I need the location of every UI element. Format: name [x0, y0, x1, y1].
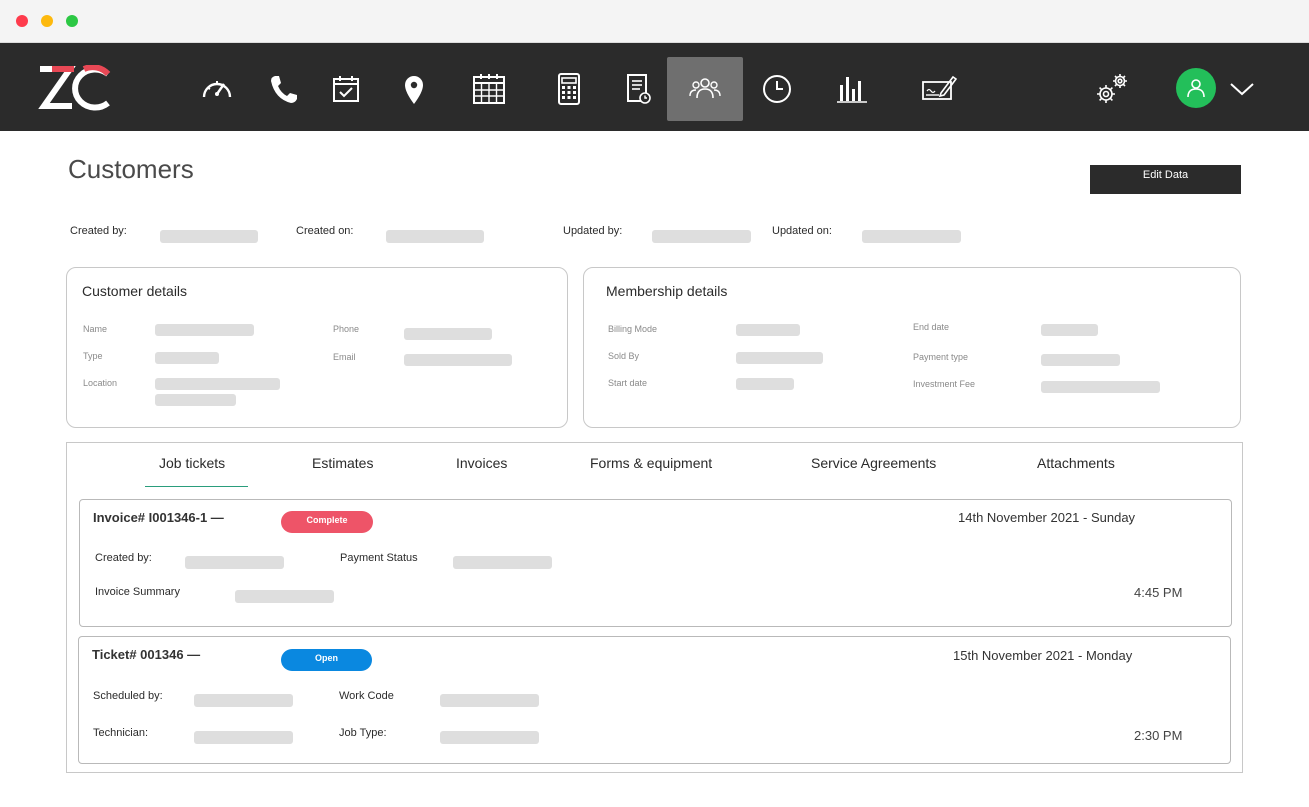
- sold-by-label: Sold By: [608, 351, 640, 361]
- location-label: Location: [83, 378, 118, 388]
- check-writing-icon: [922, 75, 957, 100]
- clock-icon: [763, 75, 791, 103]
- speedometer-icon: [202, 81, 232, 98]
- user-icon: [1187, 79, 1205, 98]
- tab-forms-equipment[interactable]: Forms & equipment: [590, 455, 712, 471]
- calendar-grid-icon: [473, 74, 505, 104]
- status-badge: Complete: [281, 511, 373, 533]
- location-pin-icon: [405, 76, 423, 104]
- invoice-title: Invoice# I001346-1 —: [93, 510, 224, 525]
- invoice-summary-value: [235, 590, 334, 603]
- calendar-check-icon: [333, 76, 359, 102]
- bar-chart-icon: [837, 77, 867, 103]
- billing-mode-label: Billing Mode: [608, 324, 658, 334]
- end-date-label: End date: [913, 322, 950, 332]
- type-label: Type: [83, 351, 103, 361]
- sold-by-value: [736, 352, 823, 364]
- work-code-label: Work Code: [339, 690, 394, 702]
- nav-history[interactable]: [739, 57, 815, 121]
- tab-job-tickets[interactable]: Job tickets: [159, 455, 225, 471]
- invoice-created-by-label: Created by:: [95, 552, 152, 564]
- nav-map[interactable]: [376, 57, 452, 121]
- invoice-time: 4:45 PM: [1134, 585, 1183, 600]
- nav-reports[interactable]: [814, 57, 890, 121]
- tab-attachments[interactable]: Attachments: [1037, 455, 1115, 471]
- gears-icon: [1097, 74, 1127, 103]
- tab-invoices[interactable]: Invoices: [456, 455, 507, 471]
- payment-type-label: Payment type: [913, 352, 969, 362]
- start-date-value: [736, 378, 794, 390]
- nav-estimates[interactable]: [531, 57, 607, 121]
- tab-estimates[interactable]: Estimates: [312, 455, 373, 471]
- created-on-value: [386, 230, 484, 243]
- zc-logo[interactable]: [38, 64, 112, 111]
- page-title: Customers: [68, 154, 194, 184]
- start-date-label: Start date: [608, 378, 648, 388]
- payment-status-value: [453, 556, 552, 569]
- location-value-line2: [155, 394, 236, 406]
- nav-schedule[interactable]: [308, 57, 384, 121]
- document-clock-icon: [627, 74, 651, 104]
- phone-value: [404, 328, 492, 340]
- created-on-label: Created on:: [296, 225, 354, 237]
- user-avatar[interactable]: [1176, 68, 1216, 108]
- investment-fee-label: Investment Fee: [913, 379, 976, 389]
- window-titlebar: [0, 0, 1309, 43]
- nav-dashboard[interactable]: [179, 57, 255, 121]
- tab-service-agreements[interactable]: Service Agreements: [811, 455, 936, 471]
- updated-on-label: Updated on:: [772, 225, 832, 237]
- nav-payments[interactable]: [901, 57, 977, 121]
- updated-by-label: Updated by:: [563, 225, 623, 237]
- technician-label: Technician:: [93, 727, 149, 739]
- scheduled-by-label: Scheduled by:: [93, 690, 163, 702]
- nav-timesheets[interactable]: [600, 57, 676, 121]
- customers-icon: [689, 78, 721, 99]
- location-value-line1: [155, 378, 280, 390]
- ticket-title: Ticket# 001346 —: [92, 647, 201, 662]
- email-label: Email: [333, 352, 356, 362]
- email-value: [404, 354, 512, 366]
- ticket-date: 15th November 2021 - Monday: [953, 648, 1133, 663]
- billing-mode-value: [736, 324, 800, 336]
- name-label: Name: [83, 324, 108, 334]
- minimize-window-button[interactable]: [41, 15, 53, 27]
- job-type-value: [440, 731, 539, 744]
- created-by-value: [160, 230, 258, 243]
- active-tab-indicator: [145, 486, 248, 487]
- top-navbar: [0, 43, 1309, 131]
- investment-fee-value: [1041, 381, 1160, 393]
- invoice-created-by-value: [185, 556, 284, 569]
- updated-by-value: [652, 230, 751, 243]
- scheduled-by-value: [194, 694, 293, 707]
- close-window-button[interactable]: [16, 15, 28, 27]
- settings-button[interactable]: [1090, 69, 1134, 109]
- maximize-window-button[interactable]: [66, 15, 78, 27]
- customer-details-title: Customer details: [82, 283, 188, 299]
- name-value: [155, 324, 254, 336]
- invoice-date: 14th November 2021 - Sunday: [958, 510, 1136, 525]
- user-menu-toggle[interactable]: [1228, 79, 1256, 99]
- payment-status-label: Payment Status: [340, 552, 418, 564]
- end-date-value: [1041, 324, 1098, 336]
- created-by-label: Created by:: [70, 225, 127, 237]
- job-type-label: Job Type:: [339, 727, 387, 739]
- membership-details-title: Membership details: [606, 283, 728, 299]
- edit-data-button[interactable]: Edit Data: [1090, 165, 1241, 194]
- payment-type-value: [1041, 354, 1120, 366]
- ticket-time: 2:30 PM: [1134, 728, 1183, 743]
- type-value: [155, 352, 219, 364]
- updated-on-value: [862, 230, 961, 243]
- nav-calendar[interactable]: [451, 57, 527, 121]
- technician-value: [194, 731, 293, 744]
- chevron-down-icon: [1230, 83, 1254, 96]
- phone-label: Phone: [333, 324, 360, 334]
- work-code-value: [440, 694, 539, 707]
- calculator-icon: [558, 73, 580, 105]
- nav-customers[interactable]: [667, 57, 743, 121]
- invoice-summary-label: Invoice Summary: [95, 586, 180, 598]
- status-badge: Open: [281, 649, 372, 671]
- phone-icon: [271, 76, 297, 103]
